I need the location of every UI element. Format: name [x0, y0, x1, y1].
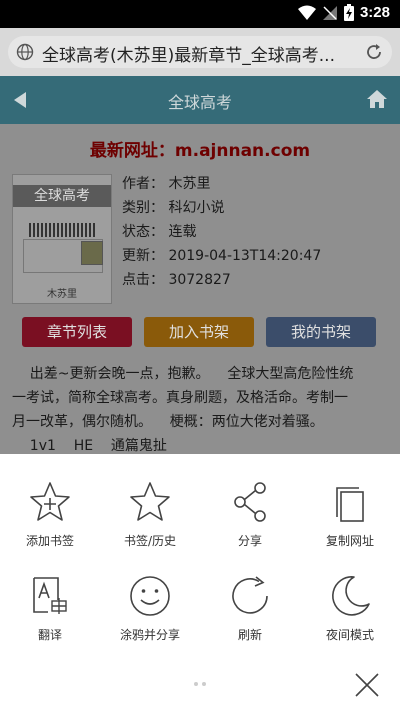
- menu-label: 翻译: [37, 628, 62, 642]
- cover-photo: [81, 241, 103, 265]
- home-icon[interactable]: [366, 89, 388, 109]
- meta-status: 状态： 连载: [122, 224, 197, 240]
- intro-line: 1v1 HE 通篇鬼扯: [12, 438, 167, 454]
- intro-line: 一考试，简称全球高考。真身刷题，及格活命。考制一: [12, 390, 348, 406]
- menu-label: 分享: [237, 534, 262, 548]
- page-header-title: 全球高考: [167, 93, 232, 112]
- book-meta: 作者： 木苏里 类别： 科幻小说 状态： 连载 更新： 2019-04-13T1…: [122, 172, 321, 292]
- page-dot: [194, 682, 198, 686]
- battery-charging-icon: [343, 4, 354, 21]
- bookmark-star-icon: [130, 482, 170, 521]
- menu-night-mode[interactable]: 夜间模式: [300, 574, 400, 643]
- page-indicator: [190, 682, 210, 688]
- moon-icon: [332, 576, 370, 616]
- url-text: 全球高考(木苏里)最新章节_全球高考...: [42, 46, 335, 66]
- web-page: 全球高考 最新网址：m.ajnnan.com 全球高考 木苏里 作者： 木苏里 …: [0, 76, 400, 454]
- meta-author: 作者： 木苏里: [122, 176, 211, 192]
- menu-add-bookmark[interactable]: 添加书签: [0, 480, 100, 549]
- share-icon: [234, 482, 266, 522]
- menu-label: 添加书签: [25, 534, 74, 548]
- barcode: [29, 223, 95, 237]
- address-bar: 全球高考(木苏里)最新章节_全球高考...: [0, 28, 400, 76]
- my-shelf-button[interactable]: 我的书架: [266, 317, 376, 347]
- meta-category: 类别： 科幻小说: [122, 200, 225, 216]
- menu-label: 刷新: [237, 628, 262, 642]
- new-url-notice: 最新网址：m.ajnnan.com: [89, 141, 311, 161]
- page-dot: [202, 682, 206, 686]
- status-time: 3:28: [359, 4, 390, 21]
- smiley-icon: [130, 576, 170, 616]
- wifi-icon: [297, 5, 316, 20]
- menu-doodle-share[interactable]: 涂鸦并分享: [100, 574, 200, 643]
- cover-title: 全球高考: [13, 185, 111, 207]
- copy-icon: [336, 487, 364, 522]
- menu-copy-url[interactable]: 复制网址: [300, 480, 400, 549]
- cover-author: 木苏里: [47, 289, 77, 300]
- globe-icon: [16, 43, 34, 61]
- refresh-page-icon[interactable]: [364, 42, 384, 62]
- meta-updated: 更新： 2019-04-13T14:20:47: [122, 248, 322, 264]
- add-to-shelf-button[interactable]: 加入书架: [144, 317, 254, 347]
- menu-label: 复制网址: [325, 534, 374, 548]
- menu-share[interactable]: 分享: [200, 480, 300, 549]
- refresh-icon: [232, 576, 268, 614]
- menu-bookmarks-history[interactable]: 书签/历史: [100, 480, 200, 549]
- close-icon[interactable]: [354, 672, 380, 698]
- url-field[interactable]: 全球高考(木苏里)最新章节_全球高考...: [8, 36, 392, 68]
- status-bar: 3:28: [0, 0, 400, 28]
- menu-label: 涂鸦并分享: [119, 628, 180, 642]
- menu-refresh[interactable]: 刷新: [200, 574, 300, 643]
- translate-icon: [33, 577, 67, 614]
- intro-line: 月一改革，偶尔随机。 梗概：两位大佬对着骚。: [12, 414, 324, 430]
- menu-translate[interactable]: 翻译: [0, 574, 100, 643]
- menu-label: 书签/历史: [123, 534, 177, 548]
- book-intro: 出差~更新会晚一点，抱歉。 全球大型高危险性统 一考试，简称全球高考。真身刷题，…: [12, 362, 388, 454]
- chapter-list-button[interactable]: 章节列表: [22, 317, 132, 347]
- page-header: 全球高考: [0, 76, 400, 124]
- browser-menu-sheet: 添加书签 书签/历史 分享 复制网址 翻译 涂鸦并分享 刷新 夜间模式: [0, 454, 400, 712]
- intro-line: 出差~更新会晚一点，抱歉。 全球大型高危险性统: [12, 366, 354, 382]
- meta-clicks: 点击： 3072827: [122, 272, 231, 288]
- menu-label: 夜间模式: [325, 628, 374, 642]
- add-bookmark-icon: [30, 482, 70, 521]
- no-signal-icon: [322, 5, 337, 20]
- book-actions: 章节列表 加入书架 我的书架: [22, 317, 378, 347]
- book-cover[interactable]: 全球高考 木苏里: [12, 174, 112, 304]
